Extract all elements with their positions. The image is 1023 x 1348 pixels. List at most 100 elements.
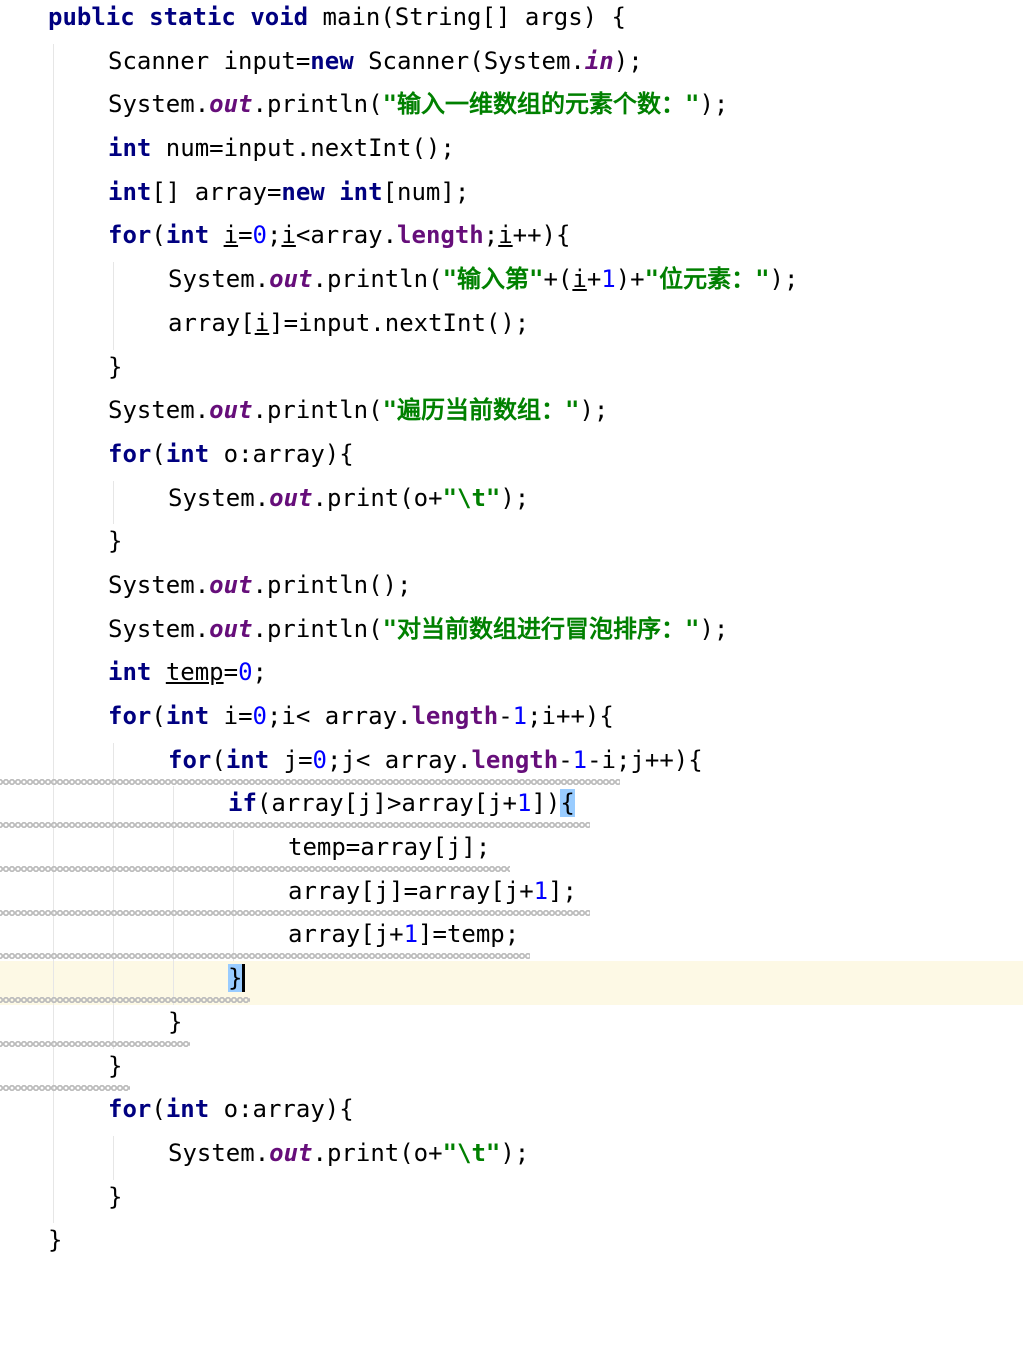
code-line-text: Scanner input=new Scanner(System.in); — [108, 44, 643, 78]
code-line-text: array[j+1]=temp; — [288, 917, 519, 951]
code-line[interactable]: System.out.println("输入第"+(i+1)+"位元素："); — [0, 262, 1023, 306]
code-line[interactable]: array[i]=input.nextInt(); — [0, 305, 1023, 350]
warning-squiggle — [0, 866, 510, 873]
code-token: ]=temp; — [418, 920, 520, 949]
code-token: int — [108, 134, 152, 163]
indent-guide — [53, 567, 54, 612]
code-token: 1 — [403, 920, 419, 949]
code-token: i — [281, 221, 296, 250]
code-token: } — [108, 527, 123, 556]
code-line-text: for(int i=0;i<array.length;i++){ — [108, 218, 570, 252]
code-line[interactable]: } — [0, 1004, 1023, 1049]
code-token: if — [228, 789, 257, 818]
code-token: out — [209, 570, 253, 599]
code-line[interactable]: int temp=0; — [0, 655, 1023, 699]
indent-guide — [53, 655, 54, 699]
code-line[interactable]: for(int i=0;i< array.length-1;i++){ — [0, 699, 1023, 743]
code-line[interactable]: Scanner input=new Scanner(System.in); — [0, 43, 1023, 88]
code-token: System. — [108, 90, 210, 119]
code-token: - — [498, 702, 513, 730]
code-token: new — [281, 177, 325, 206]
code-line[interactable]: int[] array=new int[num]; — [0, 174, 1023, 219]
code-token: ( — [211, 745, 226, 774]
code-token: } — [168, 1007, 183, 1036]
code-token: int — [108, 658, 152, 687]
code-line[interactable]: array[j]=array[j+1]; — [0, 873, 1023, 918]
code-token: 0 — [312, 745, 327, 774]
code-token: for — [168, 745, 212, 774]
code-token: public — [48, 3, 135, 31]
code-line-text: int num=input.nextInt(); — [108, 131, 455, 165]
indent-guide — [53, 305, 54, 350]
code-token: 1 — [601, 265, 616, 294]
code-token: length — [471, 745, 559, 774]
code-line[interactable]: System.out.println("遍历当前数组："); — [0, 393, 1023, 437]
indent-guide — [53, 699, 54, 743]
code-line-text: System.out.print(o+"\t"); — [168, 1136, 529, 1170]
code-line[interactable]: public static void main(String[] args) { — [0, 0, 1023, 44]
code-line-text: for(int o:array){ — [108, 1092, 354, 1126]
code-line[interactable]: System.out.println("对当前数组进行冒泡排序："); — [0, 611, 1023, 656]
code-line-text: } — [108, 524, 122, 558]
code-line[interactable]: for(int o:array){ — [0, 1092, 1023, 1136]
code-line[interactable]: System.out.print(o+"\t"); — [0, 1135, 1023, 1180]
code-line[interactable]: } — [0, 1223, 1023, 1267]
code-token: ); — [500, 1138, 530, 1167]
code-line[interactable]: } — [0, 349, 1023, 394]
code-token: 1 — [512, 702, 528, 730]
code-token: i — [498, 221, 513, 250]
code-token: int — [165, 702, 210, 730]
code-token: ++){ — [512, 221, 571, 250]
code-token: int — [165, 221, 210, 250]
code-line[interactable]: } — [0, 1048, 1023, 1093]
code-token: [] array= — [151, 177, 282, 206]
code-line[interactable]: System.out.print(o+"\t"); — [0, 480, 1023, 525]
code-token: i= — [209, 702, 253, 730]
code-line[interactable]: for(int j=0;j< array.length-1-i;j++){ — [0, 742, 1023, 787]
code-line[interactable]: System.out.println(); — [0, 567, 1023, 612]
code-line[interactable]: for(int o:array){ — [0, 436, 1023, 481]
code-token: temp=array[j]; — [288, 833, 491, 862]
code-line[interactable]: for(int i=0;i<array.length;i++){ — [0, 218, 1023, 263]
indent-guide — [53, 611, 54, 656]
code-line-text: } — [48, 1223, 62, 1257]
code-line[interactable]: } — [0, 524, 1023, 568]
indent-guide — [53, 262, 54, 306]
code-line[interactable]: temp=array[j]; — [0, 830, 1023, 874]
code-token: ; — [483, 221, 499, 250]
code-token: i — [254, 308, 270, 337]
code-token: .print(o+ — [312, 483, 443, 512]
warning-squiggle — [0, 997, 250, 1004]
code-token: array[j+ — [288, 920, 404, 949]
warning-squiggle — [0, 1084, 130, 1091]
code-token: 1 — [517, 789, 532, 818]
code-token: .println( — [252, 396, 383, 425]
code-token: out — [209, 396, 253, 425]
indent-guide — [53, 1092, 54, 1136]
code-token: 0 — [252, 702, 267, 730]
code-line[interactable]: System.out.println("输入一维数组的元素个数："); — [0, 87, 1023, 132]
code-line[interactable]: array[j+1]=temp; — [0, 917, 1023, 962]
code-line[interactable]: int num=input.nextInt(); — [0, 131, 1023, 175]
code-line-text: System.out.println(); — [108, 568, 411, 602]
code-line[interactable]: } — [0, 1179, 1023, 1224]
code-token: "对当前数组进行冒泡排序：" — [382, 614, 700, 643]
code-line[interactable]: if(array[j]>array[j+1]){ — [0, 786, 1023, 831]
code-token: ( — [151, 221, 166, 250]
code-editor[interactable]: public static void main(String[] args) {… — [0, 0, 1023, 1348]
code-line[interactable]: } — [0, 961, 1023, 1005]
code-token: "\t" — [442, 483, 501, 512]
code-token: for — [108, 221, 152, 250]
code-token: System. — [108, 396, 210, 425]
code-token: ]=input.nextInt(); — [269, 308, 530, 337]
indent-guide — [53, 43, 54, 88]
code-token: -i;j++){ — [587, 745, 703, 774]
code-line-text: public static void main(String[] args) { — [48, 0, 626, 34]
code-token: Scanner(System. — [353, 46, 585, 75]
indent-guide — [113, 305, 114, 350]
indent-guide — [53, 480, 54, 525]
code-token: i — [572, 265, 587, 294]
code-token: main(String[] args) { — [308, 3, 626, 31]
